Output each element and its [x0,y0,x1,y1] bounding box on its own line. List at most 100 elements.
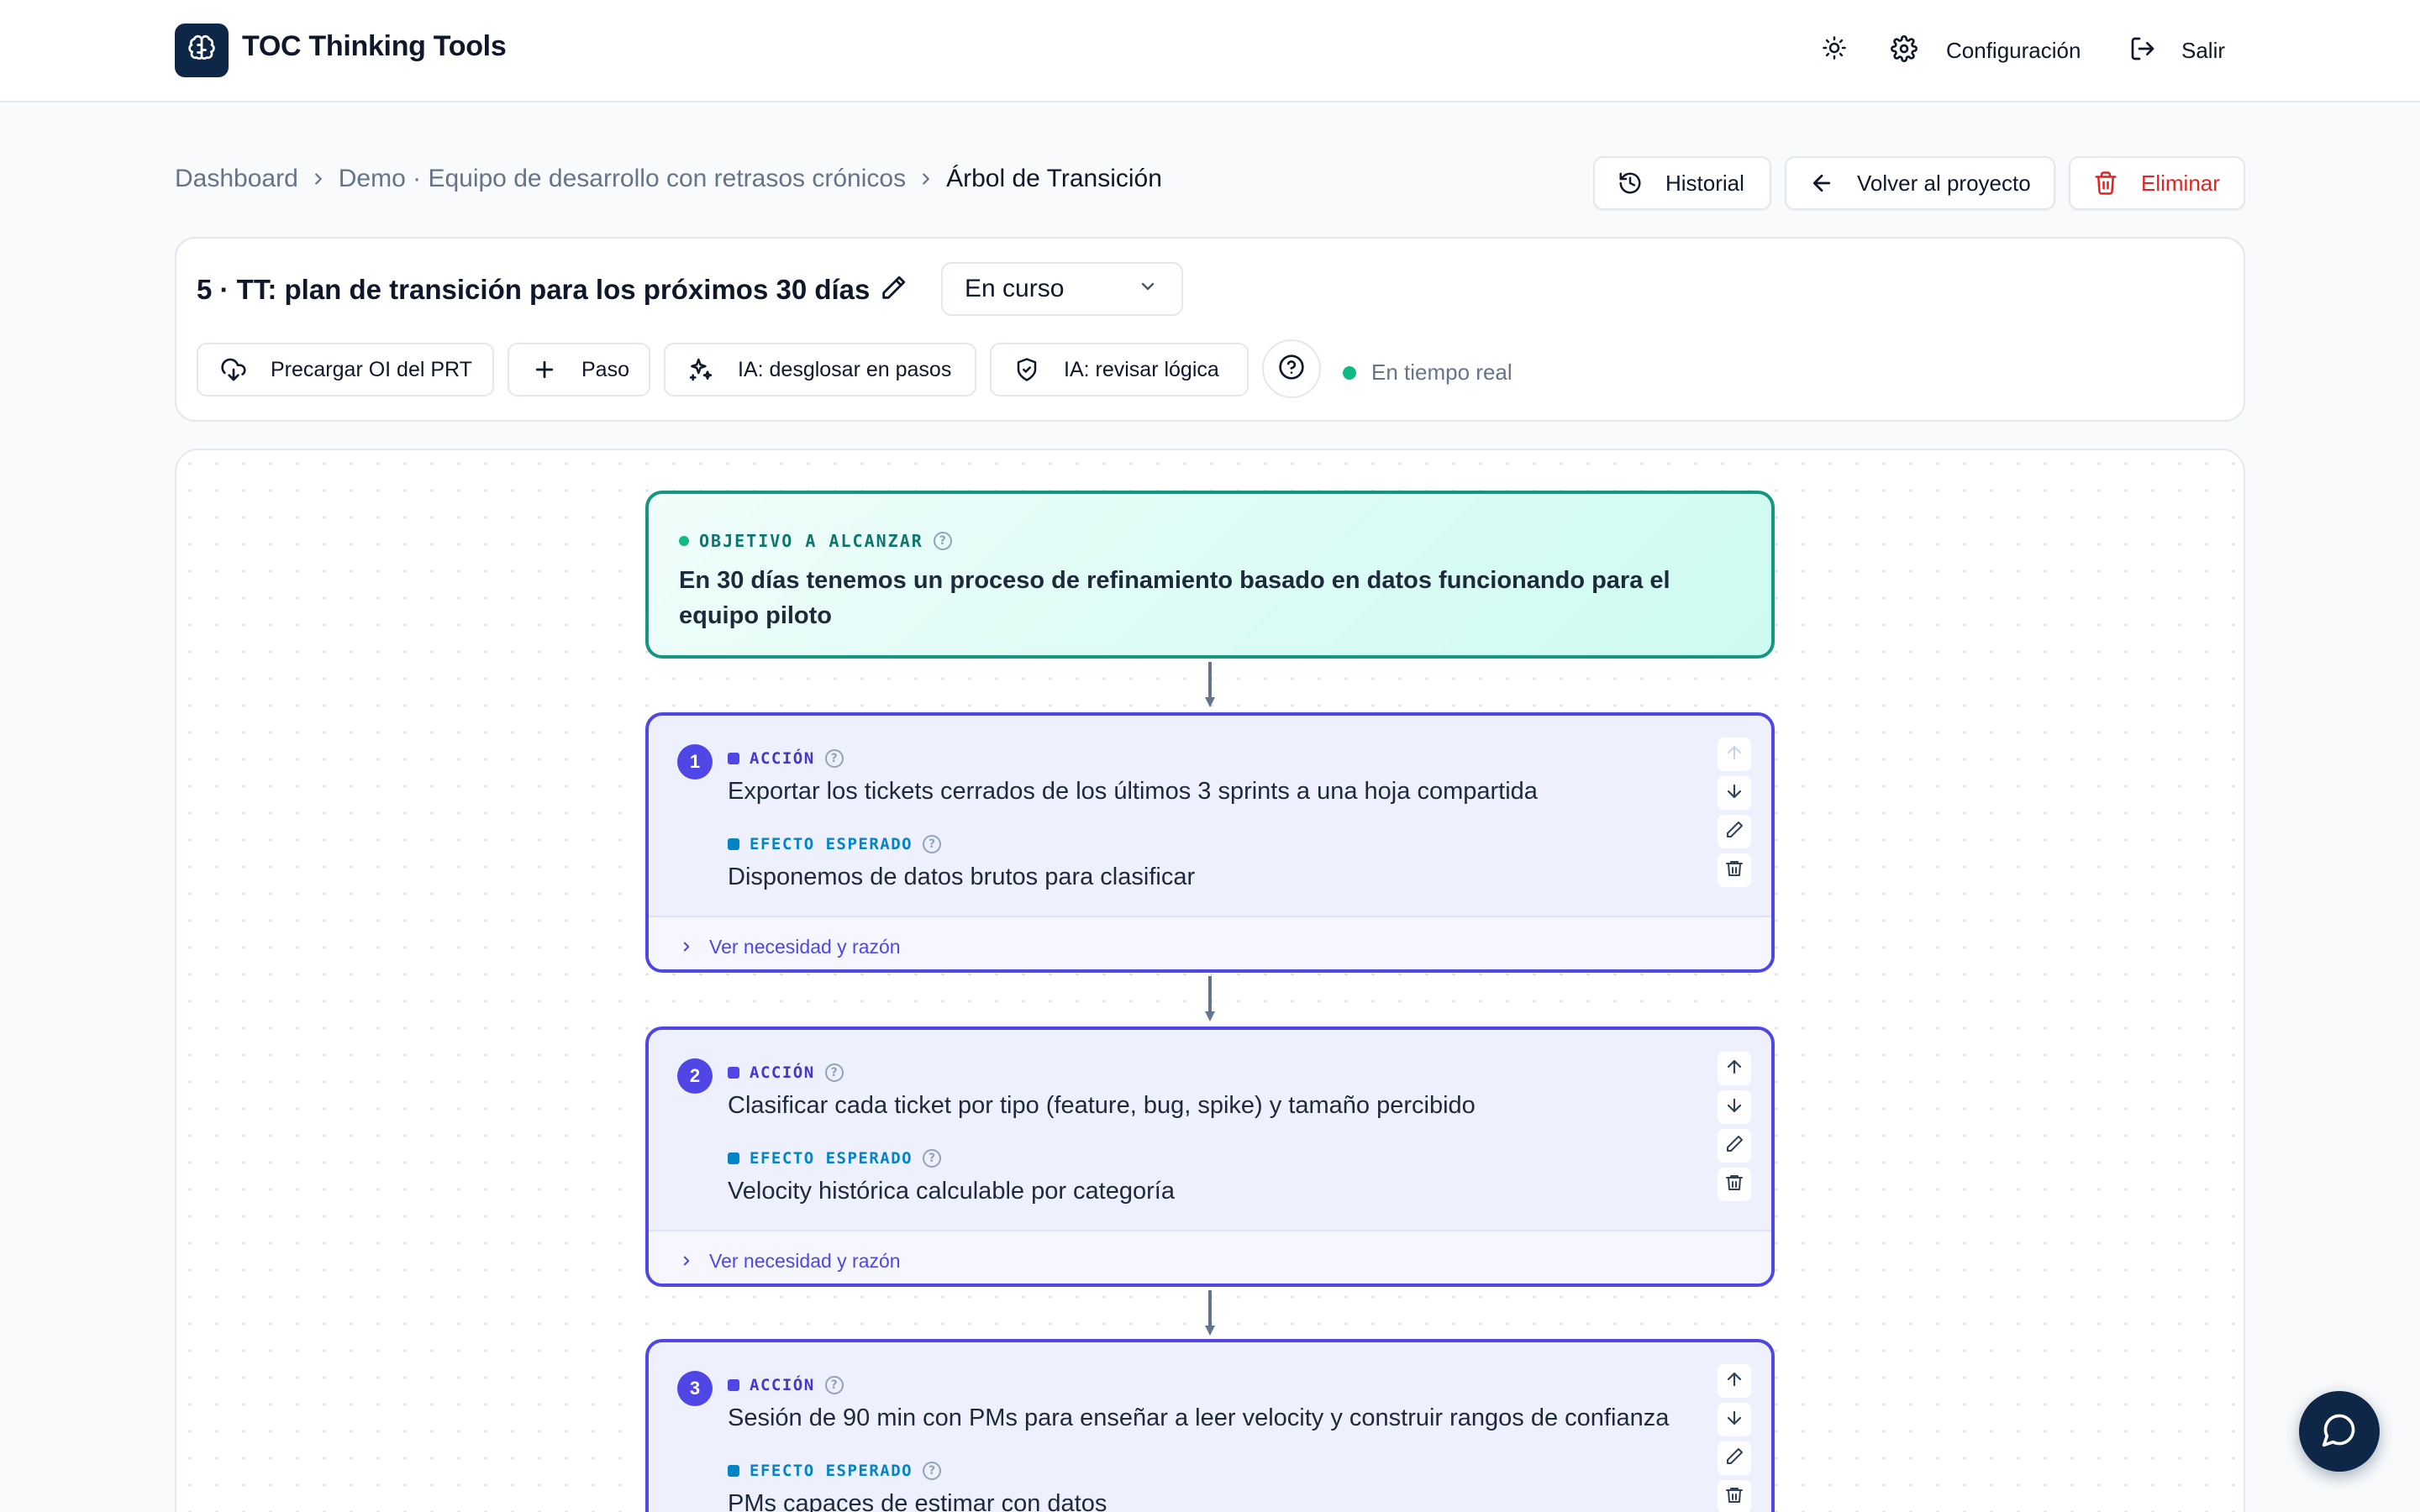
arrow-down-icon [1724,781,1744,806]
tree-header-card: 5 · TT: plan de transición para los próx… [175,237,2245,422]
effect-label: EFECTO ESPERADO ? [728,1149,942,1168]
help-icon [1278,354,1305,385]
history-button[interactable]: Historial [1593,156,1771,210]
chat-bubble-icon [2321,1411,2358,1452]
arrow-up-icon [1724,1369,1744,1394]
sun-icon [1822,35,1847,65]
chevron-right-icon [298,170,339,188]
action-label-text: ACCIÓN [750,749,815,768]
action-label-text: ACCIÓN [750,1376,815,1394]
help-icon[interactable]: ? [824,1376,844,1394]
effect-text: PMs capaces de estimar con datos [728,1490,1107,1512]
edit-title-button[interactable] [879,274,908,307]
action-label-text: ACCIÓN [750,1063,815,1082]
trash-icon [1724,1485,1744,1509]
connector-arrow [1205,1290,1215,1336]
connector-arrow [1205,662,1215,707]
goal-label-text: OBJETIVO A ALCANZAR [699,531,923,551]
delete-step-button[interactable] [1718,1168,1751,1201]
move-up-button[interactable] [1718,738,1751,771]
help-icon[interactable]: ? [824,749,844,768]
logout-button[interactable] [2129,35,2156,66]
delete-button[interactable]: Eliminar [2069,156,2245,210]
chevron-right-icon [906,170,946,188]
edit-step-button[interactable] [1718,1129,1751,1163]
preload-prt-button[interactable]: Precargar OI del PRT [197,343,494,396]
preload-prt-label: Precargar OI del PRT [271,357,472,381]
chat-button[interactable] [2299,1391,2380,1472]
transition-step-3[interactable]: 3 ACCIÓN ? Sesión de 90 min con PMs para… [645,1339,1775,1512]
breadcrumb-dashboard[interactable]: Dashboard [175,165,298,193]
sparkles-icon [686,356,716,383]
history-icon [1613,171,1647,196]
effect-text: Disponemos de datos brutos para clasific… [728,864,1196,890]
transition-step-2[interactable]: 2 ACCIÓN ? Clasificar cada ticket por ti… [645,1026,1775,1287]
connector-arrow [1205,976,1215,1021]
move-up-button[interactable] [1718,1364,1751,1398]
help-icon[interactable]: ? [824,1063,844,1082]
action-label: ACCIÓN ? [728,749,844,768]
edit-step-button[interactable] [1718,815,1751,848]
arrow-down-icon [1724,1408,1744,1432]
help-icon[interactable]: ? [923,835,942,853]
status-value: En curso [965,275,1065,302]
step-number: 3 [677,1371,713,1406]
gear-icon [1891,35,1918,66]
arrow-up-icon [1724,1057,1744,1081]
move-down-button[interactable] [1718,1090,1751,1124]
ai-breakdown-button[interactable]: IA: desglosar en pasos [664,343,976,396]
goal-dot [679,536,689,546]
settings-button[interactable] [1891,35,1918,66]
arrow-down-icon [1724,1095,1744,1120]
history-label: Historial [1665,170,1744,196]
delete-label: Eliminar [2141,170,2220,196]
chevron-right-icon [679,939,694,954]
settings-link[interactable]: Configuración [1946,38,2081,64]
move-down-button[interactable] [1718,776,1751,810]
back-to-project-button[interactable]: Volver al proyecto [1785,156,2055,210]
goal-label: OBJETIVO A ALCANZAR ? [679,531,952,551]
breadcrumb-project[interactable]: Demo · Equipo de desarrollo con retrasos… [339,165,906,193]
status-dot [1343,365,1356,380]
action-text: Clasificar cada ticket por tipo (feature… [728,1092,1476,1119]
step-number: 2 [677,1058,713,1094]
delete-step-button[interactable] [1718,853,1751,887]
arrow-left-icon [1805,171,1839,196]
status-select[interactable]: En curso [941,262,1183,316]
help-button[interactable] [1262,339,1321,398]
pencil-icon [1724,820,1744,844]
toggle-reason-button[interactable]: Ver necesidad y razón [649,916,1771,969]
toggle-reason-button[interactable]: Ver necesidad y razón [649,1230,1771,1284]
plus-icon [529,357,560,382]
ai-review-label: IA: revisar lógica [1064,357,1219,381]
edit-step-button[interactable] [1718,1441,1751,1475]
effect-label: EFECTO ESPERADO ? [728,1462,942,1480]
theme-toggle-button[interactable] [1822,35,1847,65]
transition-step-1[interactable]: 1 ACCIÓN ? Exportar los tickets cerrados… [645,712,1775,973]
move-down-button[interactable] [1718,1403,1751,1436]
move-up-button[interactable] [1718,1052,1751,1085]
effect-label-text: EFECTO ESPERADO [750,1462,913,1480]
toggle-reason-label: Ver necesidad y razón [709,1249,901,1272]
app-title[interactable]: TOC Thinking Tools [242,30,507,63]
back-to-project-label: Volver al proyecto [1857,170,2031,196]
chevron-right-icon [679,1253,694,1268]
action-marker [728,753,739,764]
action-label: ACCIÓN ? [728,1376,844,1394]
pencil-icon [1724,1134,1744,1158]
ai-review-button[interactable]: IA: revisar lógica [990,343,1249,396]
cloud-download-icon [218,356,249,383]
app-logo[interactable] [175,24,229,77]
tree-title: 5 · TT: plan de transición para los próx… [197,274,871,305]
logout-link[interactable]: Salir [2181,38,2225,64]
action-text: Exportar los tickets cerrados de los últ… [728,778,1538,805]
help-icon[interactable]: ? [923,1462,942,1480]
add-step-button[interactable]: Paso [508,343,650,396]
breadcrumb-current: Árbol de Transición [946,165,1162,192]
action-marker [728,1067,739,1079]
help-icon[interactable]: ? [933,532,952,550]
effect-text: Velocity histórica calculable por catego… [728,1178,1175,1205]
help-icon[interactable]: ? [923,1149,942,1168]
delete-step-button[interactable] [1718,1480,1751,1512]
goal-node[interactable]: OBJETIVO A ALCANZAR ? En 30 días tenemos… [645,491,1775,659]
